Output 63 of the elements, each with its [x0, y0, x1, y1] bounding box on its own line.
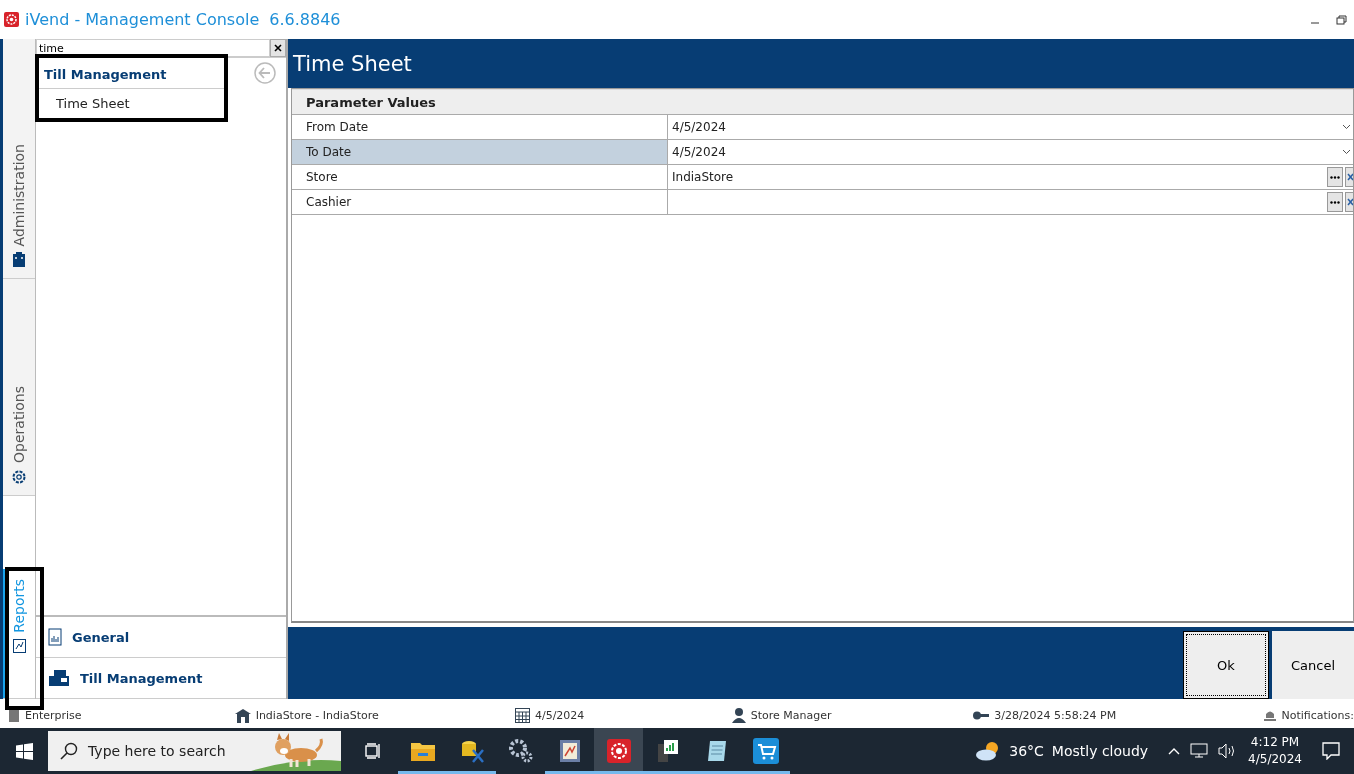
parameter-label: To Date: [292, 140, 668, 164]
app-logo-icon: [4, 12, 19, 27]
search-icon: [60, 742, 78, 760]
status-text: Store Manager: [750, 709, 832, 722]
gears-icon: [507, 738, 534, 764]
dialog-button[interactable]: Ok: [1183, 631, 1269, 699]
page-title: Time Sheet: [293, 51, 412, 76]
report-icon: [48, 628, 62, 646]
restore-icon[interactable]: [1336, 14, 1348, 25]
tree-group[interactable]: Till Management: [36, 60, 224, 89]
parameter-value-field[interactable]: IndiaStore: [668, 165, 1353, 189]
clear-button[interactable]: [270, 39, 286, 57]
volume-icon[interactable]: [1218, 743, 1237, 759]
search-field[interactable]: time: [36, 39, 270, 57]
chevron-up-icon[interactable]: [1168, 747, 1181, 755]
bell-icon: [1264, 709, 1277, 722]
store-icon: [234, 708, 251, 723]
report-icon: [12, 638, 26, 653]
dialog-button[interactable]: Cancel: [1272, 631, 1354, 699]
user-icon: [731, 708, 746, 723]
weather-temperature: 36°C: [1009, 743, 1044, 759]
calendar-icon: [514, 708, 530, 723]
ivend-logo-icon: [606, 739, 631, 763]
close-icon: [1346, 198, 1353, 206]
ellipsis-icon: [1330, 200, 1340, 204]
browse-button[interactable]: [1327, 192, 1343, 212]
close-icon: [1346, 173, 1353, 181]
folder-icon: [410, 741, 435, 761]
status-text: 3/28/2024 5:58:24 PM: [994, 709, 1117, 722]
notepad-icon: [705, 739, 728, 763]
key-icon: [973, 711, 990, 720]
building-icon: [8, 709, 20, 722]
clock[interactable]: 4:12 PM 4/5/2024: [1248, 734, 1302, 768]
side-tab[interactable]: Administration: [3, 39, 35, 279]
taskbar-search-field[interactable]: Type here to search: [48, 731, 341, 771]
network-icon[interactable]: [1190, 743, 1209, 759]
browse-button[interactable]: [1327, 167, 1343, 187]
status-text: Enterprise: [25, 709, 82, 722]
cart-icon: [752, 738, 779, 764]
version-label: 6.6.8846: [269, 10, 341, 29]
parameter-value-field[interactable]: 4/5/2024: [668, 140, 1353, 164]
close-icon: [274, 44, 282, 52]
dropdown-icon[interactable]: [1342, 124, 1351, 130]
server-icon: [655, 738, 680, 764]
parameter-value-field[interactable]: 4/5/2024: [668, 115, 1353, 139]
gear-icon: [11, 469, 27, 485]
taskbar-app-button[interactable]: [594, 728, 643, 774]
windows-icon: [15, 742, 33, 760]
dropdown-icon[interactable]: [1342, 149, 1351, 155]
status-text: IndiaStore - IndiaStore: [255, 709, 379, 722]
window-title: iVend - Management Console 6.6.8846: [25, 10, 341, 29]
ellipsis-icon: [1330, 175, 1340, 179]
cash-register-icon: [48, 669, 70, 687]
side-tab[interactable]: Operations: [3, 279, 35, 496]
tree-item[interactable]: Time Sheet: [36, 89, 224, 117]
task-view-icon: [364, 743, 383, 759]
notification-icon[interactable]: [1322, 742, 1340, 760]
briefcase-icon: [12, 252, 26, 268]
weather-condition: Mostly cloudy: [1051, 743, 1149, 759]
status-text: Notifications:: [1281, 709, 1354, 722]
chart-icon: [557, 738, 582, 764]
grid-header: Parameter Values: [292, 89, 1353, 115]
status-text: 4/5/2024: [534, 709, 585, 722]
